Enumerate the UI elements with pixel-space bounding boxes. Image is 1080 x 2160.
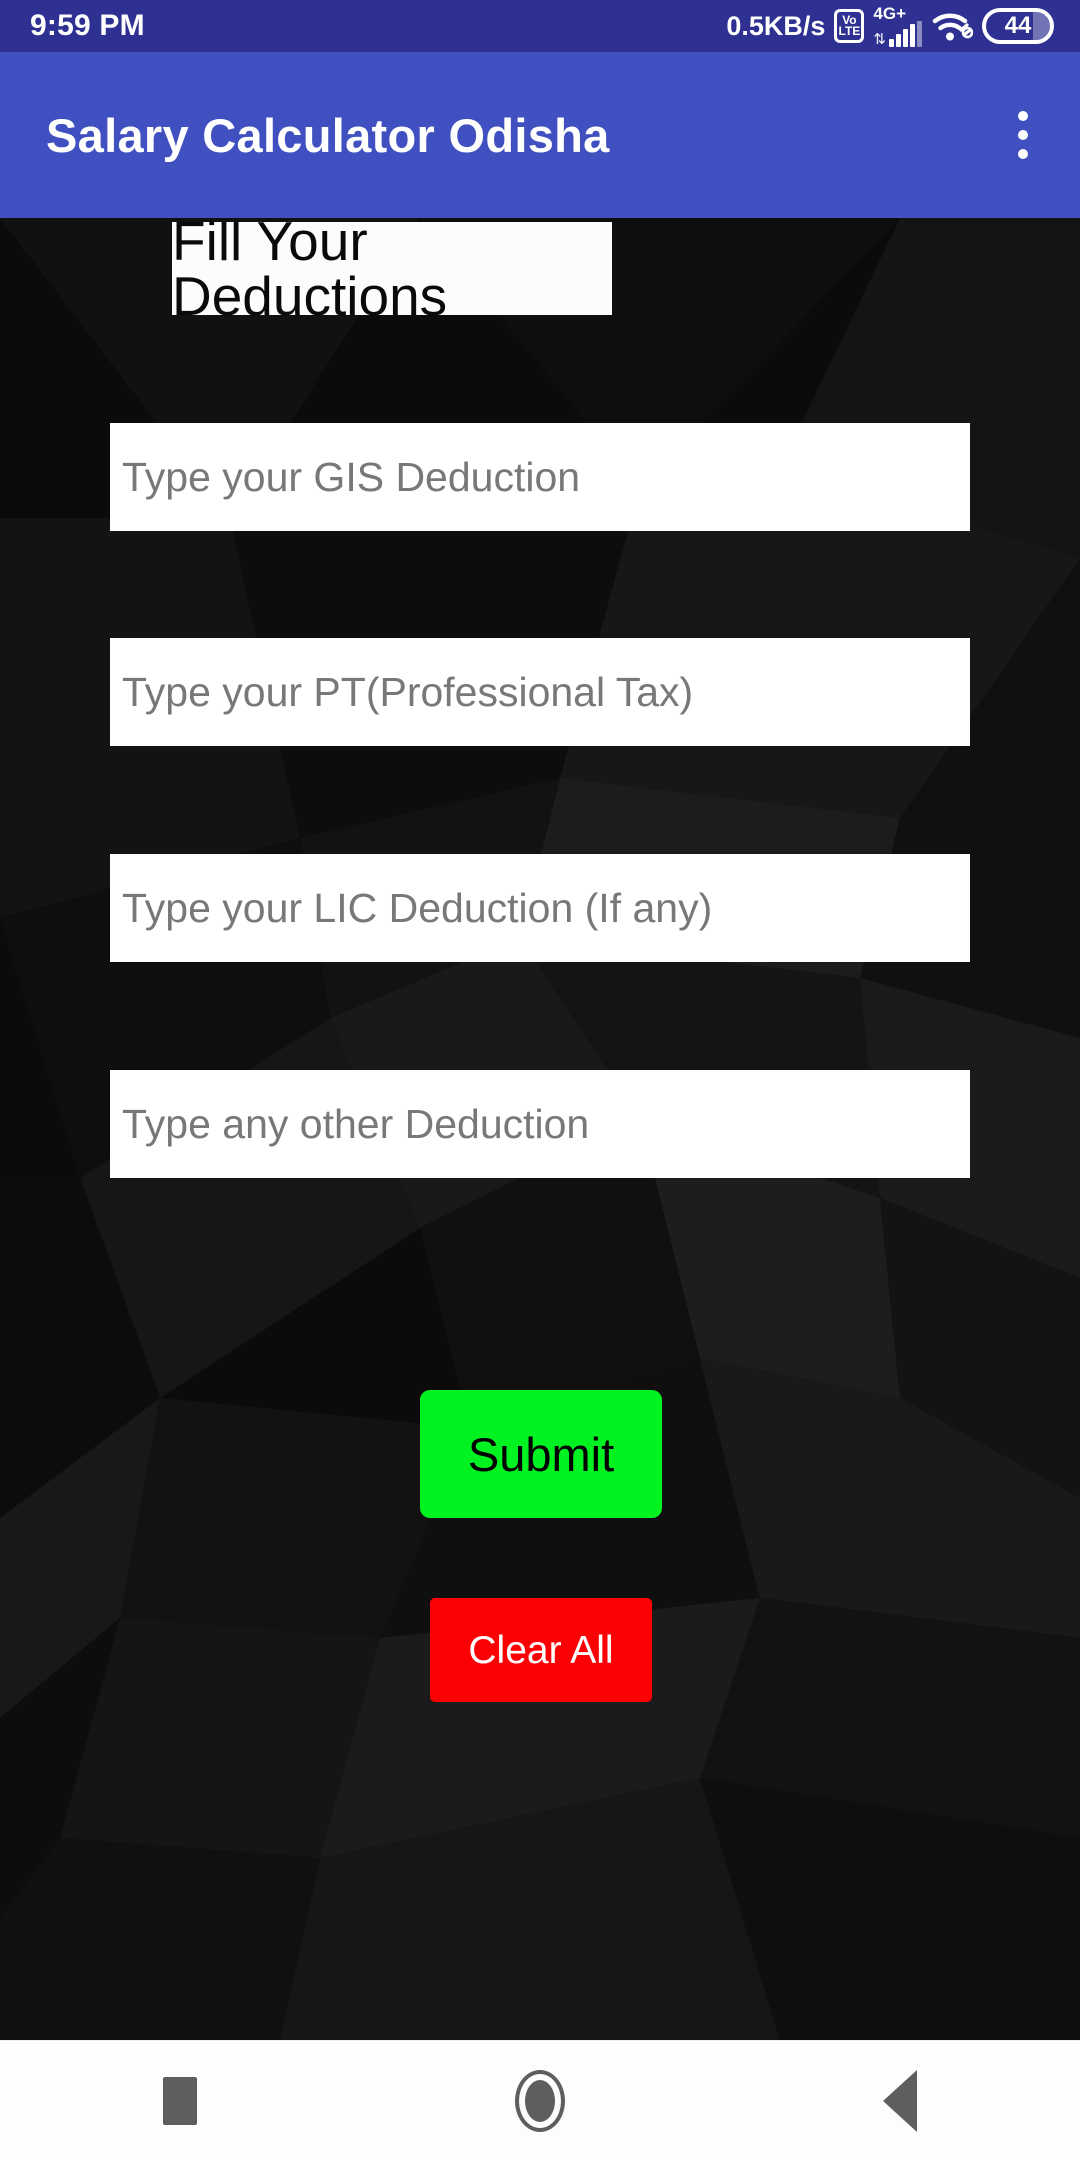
triangle-back-icon xyxy=(883,2069,917,2132)
overflow-menu-icon[interactable] xyxy=(1004,95,1042,175)
professional-tax-input[interactable]: Type your PT(Professional Tax) xyxy=(110,638,970,746)
data-transfer-arrows-icon: ⇅ xyxy=(873,31,886,48)
signal-bar-3 xyxy=(903,29,908,47)
gis-deduction-input[interactable]: Type your GIS Deduction xyxy=(110,423,970,531)
signal-bar-group: ⇅ xyxy=(873,21,922,48)
circle-icon xyxy=(515,2069,565,2132)
volte-bottom-text: LTE xyxy=(838,24,861,38)
home-button[interactable] xyxy=(440,2041,640,2160)
signal-bar-5 xyxy=(917,21,922,47)
signal-bar-1 xyxy=(889,39,894,47)
clear-all-button-label: Clear All xyxy=(468,1628,614,1672)
clear-all-button[interactable]: Clear All xyxy=(430,1598,652,1702)
phone-screen: 9:59 PM 0.5KB/s Vo LTE 4G+ ⇅ 44 Salary C… xyxy=(0,0,1080,2160)
app-title: Salary Calculator Odisha xyxy=(46,108,610,162)
submit-button[interactable]: Submit xyxy=(420,1390,662,1518)
main-content: Fill Your Deductions Type your GIS Deduc… xyxy=(0,218,1080,2040)
signal-bar-2 xyxy=(896,34,901,47)
status-icons: 0.5KB/s Vo LTE 4G+ ⇅ 44 xyxy=(726,5,1054,47)
system-navigation-bar xyxy=(0,2040,1080,2160)
signal-type-label: 4G+ xyxy=(873,4,907,23)
page-title-text: Fill Your Deductions xyxy=(172,218,448,327)
other-deduction-input[interactable]: Type any other Deduction xyxy=(110,1070,970,1178)
lic-deduction-placeholder: Type your LIC Deduction (If any) xyxy=(122,884,713,931)
page-title: Fill Your Deductions xyxy=(172,218,612,323)
other-deduction-placeholder: Type any other Deduction xyxy=(122,1100,590,1147)
battery-icon: 44 xyxy=(982,8,1054,44)
square-icon xyxy=(163,2076,197,2125)
circle-icon-inner xyxy=(525,2079,555,2122)
signal-bar-4 xyxy=(910,24,915,47)
signal-bars-icon: 4G+ ⇅ xyxy=(873,5,922,47)
overflow-dot-1 xyxy=(1018,111,1028,121)
battery-fill xyxy=(1033,12,1050,40)
overflow-dot-3 xyxy=(1018,149,1028,159)
professional-tax-placeholder: Type your PT(Professional Tax) xyxy=(122,668,694,715)
app-bar: Salary Calculator Odisha xyxy=(0,52,1080,218)
submit-button-label: Submit xyxy=(467,1427,615,1481)
recents-button[interactable] xyxy=(80,2041,280,2160)
network-speed-label: 0.5KB/s xyxy=(726,10,826,41)
battery-level-label: 44 xyxy=(1004,12,1032,39)
status-bar: 9:59 PM 0.5KB/s Vo LTE 4G+ ⇅ 44 xyxy=(0,0,1080,52)
status-clock: 9:59 PM xyxy=(30,9,145,42)
gis-deduction-placeholder: Type your GIS Deduction xyxy=(122,453,581,500)
wifi-icon xyxy=(931,10,973,42)
back-button[interactable] xyxy=(800,2041,1000,2160)
overflow-dot-2 xyxy=(1018,130,1028,140)
lic-deduction-input[interactable]: Type your LIC Deduction (If any) xyxy=(110,854,970,962)
volte-icon: Vo LTE xyxy=(834,9,865,43)
